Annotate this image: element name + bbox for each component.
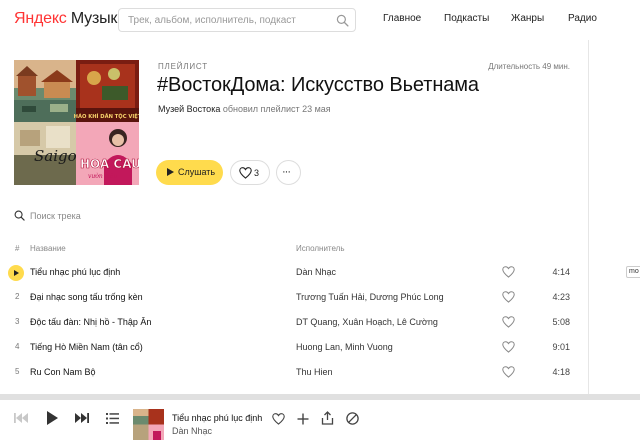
cover-center-text: HÁO KHÍ DÂN TỘC VIỆT (74, 112, 139, 120)
heart-icon[interactable] (502, 266, 515, 278)
playlist-meta: Музей Востока обновил плейлист 23 мая (158, 104, 331, 114)
track-row[interactable]: 5 Ru Con Nam Bộ Thu Hien 4:18 (0, 360, 588, 385)
track-number: 5 (15, 367, 20, 376)
heart-icon[interactable] (502, 316, 515, 328)
track-row[interactable]: 4 Tiếng Hò Miền Nam (tân cổ) Huong Lan, … (0, 335, 588, 360)
queue-list-icon[interactable] (106, 413, 119, 424)
heart-icon[interactable] (502, 366, 515, 378)
now-playing-artist[interactable]: Dàn Nhạc (172, 426, 212, 436)
search-icon[interactable] (336, 14, 349, 27)
play-icon[interactable] (45, 410, 59, 426)
play-icon (14, 269, 19, 276)
track-play-button[interactable] (8, 265, 24, 281)
track-artist[interactable]: Trương Tuấn Hải, Dương Phúc Long (296, 292, 444, 302)
playlist-title: #ВостокДома: Искусство Вьетнама (157, 74, 479, 96)
edge-tooltip: mo (626, 266, 640, 278)
track-row[interactable]: Tiểu nhạc phú lục định Dàn Nhạc 4:14 (0, 260, 588, 285)
more-options-button[interactable]: ··· (276, 160, 301, 185)
share-icon[interactable] (321, 411, 334, 425)
track-number: 4 (15, 342, 20, 351)
playlist-type-label: ПЛЕЙЛИСТ (158, 62, 208, 71)
track-search-input[interactable] (30, 208, 230, 224)
block-dislike-icon[interactable] (346, 412, 359, 425)
track-duration: 4:23 (552, 292, 570, 302)
track-duration: 9:01 (552, 342, 570, 352)
playlist-duration: Длительность 49 мин. (488, 62, 570, 71)
global-search-input[interactable] (128, 12, 328, 28)
track-title[interactable]: Tiếng Hò Miền Nam (tân cổ) (30, 342, 143, 352)
player-bar: Tiểu nhạc phú lục định Dàn Nhạc (0, 394, 640, 440)
nav-main[interactable]: Главное (383, 13, 421, 24)
nav-podcasts[interactable]: Подкасты (444, 13, 489, 24)
track-number: 3 (15, 317, 20, 326)
now-playing-cover[interactable] (133, 409, 164, 440)
like-playlist-button[interactable]: 3 (230, 160, 270, 185)
track-title[interactable]: Tiểu nhạc phú lục định (30, 267, 120, 277)
listen-button[interactable]: Слушать (156, 160, 223, 185)
track-row[interactable]: 3 Độc tấu đàn: Nhị hồ - Thập Ân DT Quang… (0, 310, 588, 335)
nav-radio[interactable]: Радио (568, 13, 597, 24)
track-title[interactable]: Độc tấu đàn: Nhị hồ - Thập Ân (30, 317, 151, 327)
play-icon (167, 168, 174, 176)
logo-brand: Яндекс (14, 10, 67, 27)
track-duration: 4:14 (552, 267, 570, 277)
yandex-music-logo[interactable]: Яндекс Музыка (14, 10, 126, 30)
track-artist[interactable]: DT Quang, Xuân Hoạch, Lê Cường (296, 317, 438, 327)
add-to-playlist-icon[interactable] (297, 413, 309, 425)
column-header-artist[interactable]: Исполнитель (296, 244, 345, 253)
global-search-box (118, 8, 356, 32)
now-playing-title[interactable]: Tiểu nhạc phú lục định (172, 413, 262, 423)
content-divider (588, 40, 589, 394)
track-artist[interactable]: Thu Hien (296, 367, 333, 377)
heart-icon (239, 167, 252, 179)
cover-collage-image: HÁO KHÍ DÂN TỘC VIỆT Saigon HOA CAU vườn… (14, 60, 139, 185)
playlist-owner-link[interactable]: Музей Востока (158, 104, 220, 114)
track-title[interactable]: Đại nhạc song tấu trống kèn (30, 292, 143, 302)
playlist-cover[interactable]: HÁO KHÍ DÂN TỘC VIỆT Saigon HOA CAU vườn… (14, 60, 139, 185)
track-artist[interactable]: Huong Lan, Minh Vuong (296, 342, 393, 352)
heart-icon[interactable] (502, 291, 515, 303)
previous-track-icon[interactable] (13, 412, 29, 424)
playlist-updated-text: обновил плейлист 23 мая (220, 104, 331, 114)
next-track-icon[interactable] (74, 412, 90, 424)
more-dots-icon: ··· (282, 166, 291, 178)
like-count: 3 (254, 168, 260, 178)
column-header-title[interactable]: Название (30, 244, 66, 253)
track-duration: 5:08 (552, 317, 570, 327)
track-row[interactable]: 2 Đại nhạc song tấu trống kèn Trương Tuấ… (0, 285, 588, 310)
top-header: Яндекс Музыка Главное Подкасты Жанры Рад… (0, 0, 640, 40)
track-number: 2 (15, 292, 20, 301)
track-artist[interactable]: Dàn Nhạc (296, 267, 336, 277)
listen-button-label: Слушать (178, 167, 216, 177)
heart-icon[interactable] (272, 413, 285, 425)
track-search-icon (14, 210, 25, 221)
nav-genres[interactable]: Жанры (511, 13, 544, 24)
cover-hoa-sub-text: vườn trầu (88, 172, 118, 180)
track-duration: 4:18 (552, 367, 570, 377)
track-title[interactable]: Ru Con Nam Bộ (30, 367, 96, 377)
column-header-number: # (15, 244, 20, 253)
cover-hoa-text: HOA CAU (80, 157, 139, 171)
heart-icon[interactable] (502, 341, 515, 353)
now-playing-cover-image (133, 409, 164, 440)
